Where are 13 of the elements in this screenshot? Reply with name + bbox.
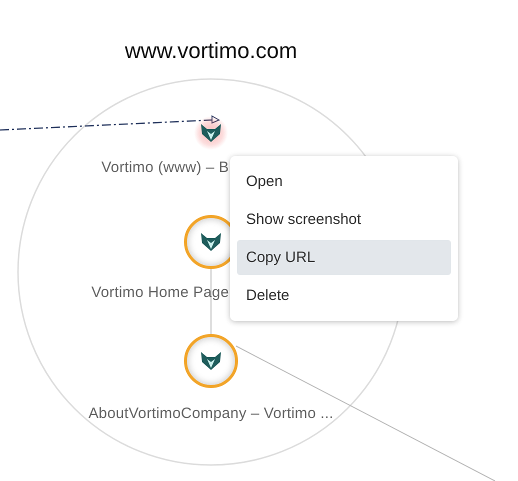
node-label: AboutVortimoCompany – Vortimo ... — [87, 405, 335, 422]
fox-logo-icon — [200, 351, 222, 371]
fox-logo-icon — [200, 123, 222, 143]
node-label: Vortimo Home Page — [91, 284, 229, 301]
menu-item[interactable]: Copy URL — [237, 240, 451, 275]
page-node[interactable] — [184, 334, 238, 388]
node-label: Vortimo (www) – B — [101, 159, 229, 176]
fox-logo-icon — [200, 232, 222, 252]
menu-item[interactable]: Show screenshot — [237, 202, 451, 237]
menu-item[interactable]: Delete — [237, 278, 451, 313]
connector-line — [210, 268, 212, 334]
group-title: www.vortimo.com — [124, 38, 298, 64]
menu-item[interactable]: Open — [237, 164, 451, 199]
